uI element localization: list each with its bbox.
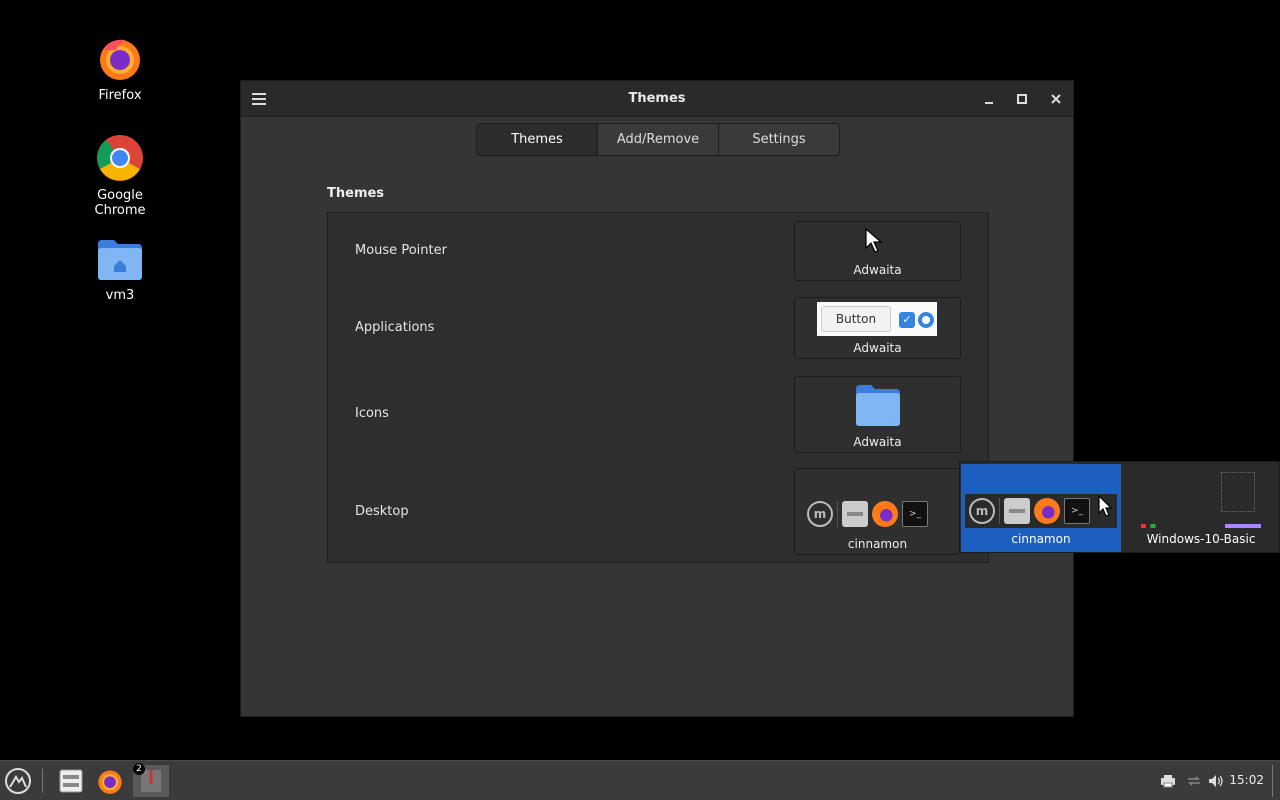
preview-checkbox-icon: ✓ (899, 312, 915, 328)
themes-window: Themes Themes Add/Remove Settings Themes… (240, 80, 1074, 717)
show-desktop-button[interactable] (1272, 765, 1278, 797)
tab-bar: Themes Add/Remove Settings (476, 123, 840, 156)
applications-preview: Button ✓ (817, 302, 937, 336)
tab-add-remove[interactable]: Add/Remove (598, 124, 719, 155)
desktop-value: cinnamon (847, 537, 908, 551)
volume-icon (1209, 775, 1223, 787)
network-tray-icon[interactable] (1184, 765, 1204, 797)
titlebar: Themes (241, 81, 1073, 117)
window-title: Themes (628, 91, 686, 106)
desktop-icon-label: Firefox (98, 88, 142, 103)
close-button[interactable] (1044, 87, 1068, 111)
mouse-cursor-icon (1098, 495, 1113, 517)
firefox-launcher[interactable] (94, 765, 126, 797)
network-icon (1188, 776, 1200, 786)
file-cabinet-icon (1004, 498, 1030, 524)
printer-icon (1161, 775, 1175, 788)
themes-window-button[interactable]: 2 (133, 763, 169, 797)
start-menu-icon (5, 768, 31, 794)
preview-radio-icon (918, 312, 934, 328)
firefox-icon (96, 34, 144, 82)
start-menu-button[interactable] (2, 765, 34, 797)
maximize-icon (1017, 94, 1027, 104)
row-label-icons: Icons (355, 406, 389, 421)
applications-value: Adwaita (853, 341, 902, 355)
desktop-icon-label: vm3 (105, 288, 135, 303)
taskbar: 2 15:02 (0, 760, 1280, 800)
windows-10-basic-preview (1221, 472, 1255, 512)
tab-settings[interactable]: Settings (719, 124, 839, 155)
volume-tray-icon[interactable] (1206, 765, 1226, 797)
terminal-icon: >_ (902, 501, 928, 527)
desktop-icon-firefox[interactable]: Firefox (70, 34, 170, 103)
mint-menu-icon: m (969, 498, 995, 524)
tab-themes[interactable]: Themes (477, 124, 598, 155)
popup-item-label: cinnamon (1011, 532, 1071, 546)
close-icon (1051, 94, 1061, 104)
icons-value: Adwaita (853, 435, 902, 449)
maximize-button[interactable] (1010, 87, 1034, 111)
applications-chooser[interactable]: Button ✓ Adwaita (794, 297, 961, 359)
firefox-icon (872, 501, 898, 527)
minimize-icon (985, 102, 993, 104)
desktop-chooser[interactable]: m >_ cinnamon (794, 468, 961, 555)
file-cabinet-icon (59, 769, 83, 793)
popup-item-windows-10-basic[interactable]: Windows-10-Basic (1121, 464, 1280, 552)
clock: 15:02 (1229, 773, 1264, 787)
file-cabinet-icon (842, 501, 868, 527)
windows-10-basic-taskbar-preview (1141, 524, 1261, 528)
popup-item-cinnamon[interactable]: m >_ cinnamon (961, 464, 1121, 552)
mouse-pointer-value: Adwaita (853, 263, 902, 277)
icons-chooser[interactable]: Adwaita (794, 376, 961, 453)
home-folder-icon (96, 234, 144, 282)
desktop-icon-vm3[interactable]: vm3 (70, 234, 170, 303)
pointer-preview-icon (865, 228, 883, 253)
minimize-button[interactable] (977, 87, 1001, 111)
desktop-theme-popup: m >_ cinnamon Windows-10-Basic (959, 461, 1280, 553)
preview-button: Button (821, 306, 891, 332)
popup-item-label: Windows-10-Basic (1146, 532, 1256, 546)
cinnamon-preview: m >_ (965, 494, 1117, 528)
section-title: Themes (327, 186, 385, 201)
terminal-icon: >_ (1064, 498, 1090, 524)
folder-preview-icon (856, 385, 900, 426)
window-count-badge: 2 (133, 763, 145, 775)
row-label-applications: Applications (355, 320, 435, 335)
desktop-icon-chrome[interactable]: Google Chrome (70, 134, 170, 218)
desktop-preview: m >_ (803, 497, 953, 531)
desktop-icon-label: Google Chrome (94, 188, 146, 218)
firefox-icon (98, 770, 122, 794)
row-label-mouse-pointer: Mouse Pointer (355, 243, 447, 258)
chrome-icon (96, 134, 144, 182)
printer-tray-icon[interactable] (1158, 765, 1178, 797)
mouse-pointer-chooser[interactable]: Adwaita (794, 221, 961, 281)
firefox-icon (1034, 498, 1060, 524)
themes-list: Mouse Pointer Adwaita Applications Butto… (327, 212, 989, 563)
mint-menu-icon: m (807, 501, 833, 527)
row-label-desktop: Desktop (355, 504, 409, 519)
file-manager-launcher[interactable] (56, 765, 86, 797)
taskbar-separator (42, 769, 43, 793)
